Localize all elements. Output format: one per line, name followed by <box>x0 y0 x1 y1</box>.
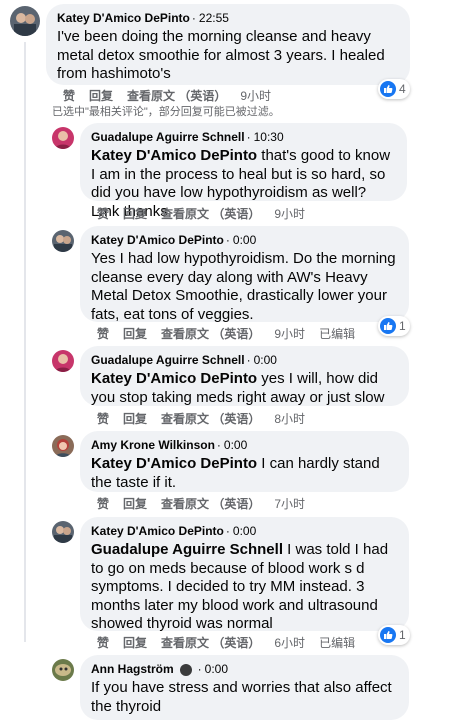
reaction-number: 1 <box>399 628 406 642</box>
see-original-button[interactable]: 查看原文 （英语） <box>161 205 260 222</box>
reply-bubble: Amy Krone Wilkinson · 0:00 Katey D'Amico… <box>80 431 409 492</box>
reply-text: If you have stress and worries that also… <box>91 679 392 715</box>
see-original-button[interactable]: 查看原文 （英语） <box>161 325 260 342</box>
reaction-count[interactable]: 1 <box>378 625 410 645</box>
reply-button[interactable]: 回复 <box>123 205 147 222</box>
comment-author[interactable]: Katey D'Amico DePinto <box>57 11 190 26</box>
avatar[interactable] <box>52 659 74 681</box>
reply-author-line: Guadalupe Aguirre Schnell · 0:00 <box>91 353 399 368</box>
separator: · <box>197 662 202 676</box>
reply-actions: 赞 回复 查看原文 （英语） 9小时 已编辑 <box>97 325 369 341</box>
see-original-button[interactable]: 查看原文 （英语） <box>161 634 260 651</box>
reply-author-line: Amy Krone Wilkinson · 0:00 <box>91 438 399 453</box>
reply-time[interactable]: 0:00 <box>205 662 228 677</box>
reply-bubble: Katey D'Amico DePinto · 0:00 Yes I had l… <box>80 226 409 323</box>
mention-link[interactable]: Katey D'Amico DePinto <box>91 147 257 164</box>
comment-actions: 赞 回复 查看原文 （英语） 9小时 <box>63 87 285 103</box>
reply-button[interactable]: 回复 <box>123 634 147 651</box>
reaction-number: 1 <box>399 319 406 333</box>
like-reaction-icon <box>380 627 396 643</box>
avatar[interactable] <box>52 435 74 457</box>
reply-text: Yes I had low hypothyroidism. Do the mor… <box>91 250 396 323</box>
reply-button[interactable]: 回复 <box>89 87 113 104</box>
avatar[interactable] <box>52 521 74 543</box>
reply-text: Katey D'Amico DePinto yes I will, how di… <box>91 370 399 407</box>
comment-text: I've been doing the morning cleanse and … <box>57 28 385 82</box>
reply-time[interactable]: 0:00 <box>233 233 256 248</box>
reply-age[interactable]: 8小时 <box>274 410 305 427</box>
reply-actions: 赞 回复 查看原文 （英语） 6小时 已编辑 <box>97 634 369 650</box>
reply-author[interactable]: Amy Krone Wilkinson <box>91 438 215 453</box>
edited-label: 已编辑 <box>319 326 356 341</box>
reply-button[interactable]: 回复 <box>123 495 147 512</box>
reply-bubble: Katey D'Amico DePinto · 0:00 Guadalupe A… <box>80 517 409 634</box>
reply-bubble: Guadalupe Aguirre Schnell · 0:00 Katey D… <box>80 346 409 406</box>
see-original-button[interactable]: 查看原文 （英语） <box>161 410 260 427</box>
like-reaction-icon <box>380 318 396 334</box>
reply-age[interactable]: 9小时 <box>274 325 305 342</box>
reply-time[interactable]: 10:30 <box>254 130 284 145</box>
reaction-count[interactable]: 1 <box>378 316 410 336</box>
reply-time[interactable]: 0:00 <box>224 438 247 453</box>
separator: · <box>225 524 230 538</box>
reply-bubble: Ann Hagström · 0:00 If you have stress a… <box>80 655 409 720</box>
reply-text: Guadalupe Aguirre Schnell I was told I h… <box>91 541 399 634</box>
badge-icon <box>179 663 192 676</box>
separator: · <box>246 353 251 367</box>
reply-time[interactable]: 0:00 <box>233 524 256 539</box>
see-original-button[interactable]: 查看原文 （英语） <box>127 87 226 104</box>
separator: · <box>246 130 251 144</box>
mention-link[interactable]: Guadalupe Aguirre Schnell <box>91 541 283 558</box>
reply-author[interactable]: Ann Hagström <box>91 662 174 677</box>
reply-author[interactable]: Katey D'Amico DePinto <box>91 233 224 248</box>
like-button[interactable]: 赞 <box>63 87 75 104</box>
like-button[interactable]: 赞 <box>97 325 109 342</box>
reply-age[interactable]: 6小时 <box>274 634 305 651</box>
thread-line <box>24 42 26 642</box>
reply-age[interactable]: 7小时 <box>274 495 305 512</box>
reply-text: Katey D'Amico DePinto I can hardly stand… <box>91 455 399 492</box>
comment-time[interactable]: 22:55 <box>199 11 229 26</box>
reply-author-line: Ann Hagström · 0:00 <box>91 662 399 677</box>
like-button[interactable]: 赞 <box>97 495 109 512</box>
avatar[interactable] <box>52 230 74 252</box>
reply-author-line: Katey D'Amico DePinto · 0:00 <box>91 524 399 539</box>
mention-link[interactable]: Katey D'Amico DePinto <box>91 370 257 387</box>
reaction-number: 4 <box>399 82 406 96</box>
avatar[interactable] <box>52 127 74 149</box>
reply-actions: 赞 回复 查看原文 （英语） 8小时 <box>97 410 319 426</box>
reply-author-line: Guadalupe Aguirre Schnell · 10:30 <box>91 130 397 145</box>
reply-author-line: Katey D'Amico DePinto · 0:00 <box>91 233 399 248</box>
like-button[interactable]: 赞 <box>97 410 109 427</box>
reply-button[interactable]: 回复 <box>123 410 147 427</box>
reply-author[interactable]: Guadalupe Aguirre Schnell <box>91 353 245 368</box>
reply-author[interactable]: Guadalupe Aguirre Schnell <box>91 130 245 145</box>
like-button[interactable]: 赞 <box>97 634 109 651</box>
reply-time[interactable]: 0:00 <box>254 353 277 368</box>
like-reaction-icon <box>380 81 396 97</box>
comment-author-line: Katey D'Amico DePinto · 22:55 <box>57 11 400 26</box>
mention-link[interactable]: Katey D'Amico DePinto <box>91 455 257 472</box>
reply-bubble: Guadalupe Aguirre Schnell · 10:30 Katey … <box>80 123 407 220</box>
separator: · <box>191 11 196 25</box>
reaction-count[interactable]: 4 <box>378 79 410 99</box>
avatar[interactable] <box>10 6 40 36</box>
comment-thread: Katey D'Amico DePinto · 22:55 I've been … <box>0 0 453 720</box>
separator: · <box>216 438 221 452</box>
reply-actions: 赞 回复 查看原文 （英语） 7小时 <box>97 495 319 511</box>
comment-bubble: Katey D'Amico DePinto · 22:55 I've been … <box>46 4 410 85</box>
reply-actions: 赞 回复 查看原文 （英语） 9小时 <box>97 205 319 221</box>
reply-button[interactable]: 回复 <box>123 325 147 342</box>
comment-age[interactable]: 9小时 <box>240 87 271 104</box>
filter-note: 已选中"最相关评论"，部分回复可能已被过滤。 <box>52 106 280 118</box>
reply-author[interactable]: Katey D'Amico DePinto <box>91 524 224 539</box>
reply-age[interactable]: 9小时 <box>274 205 305 222</box>
like-button[interactable]: 赞 <box>97 205 109 222</box>
see-original-button[interactable]: 查看原文 （英语） <box>161 495 260 512</box>
edited-label: 已编辑 <box>319 635 356 650</box>
avatar[interactable] <box>52 350 74 372</box>
separator: · <box>225 233 230 247</box>
